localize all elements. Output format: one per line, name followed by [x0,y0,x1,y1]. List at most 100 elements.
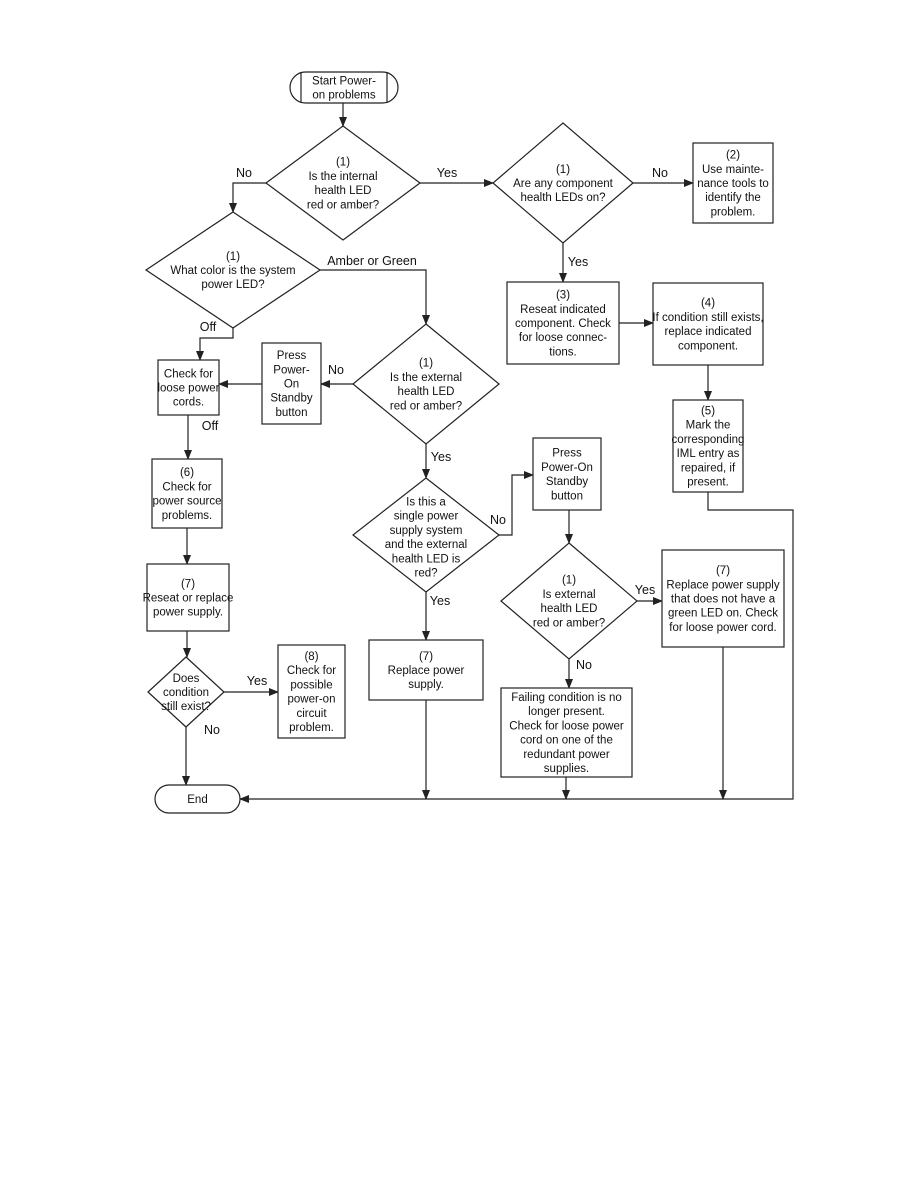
node-d-component: (1) Are any component health LEDs on? [492,122,634,244]
node-text-line: (1) [419,358,433,370]
node-b-press-b: Press Power-On Standby button [532,437,602,511]
node-text-line: Check for [164,368,213,380]
node-text-line: (7) [716,565,730,577]
node-b-reseat-ps: (7) Reseat or replace power supply. [143,563,233,632]
node-text-line: Power- [273,364,310,376]
node-text-line: Does [173,673,200,685]
node-text-line: (3) [556,290,570,302]
node-text-line: (7) [419,651,433,663]
node-text-line: health LED [541,603,598,615]
node-text-line: (1) [336,157,350,169]
node-text-line: tions. [549,346,577,358]
node-b-check-cords: Check for loose power cords. [157,359,220,416]
node-text-line: On [284,379,299,391]
node-text-line: Is the external [390,372,462,384]
node-text-line: condition [163,687,209,699]
node-text-line: cords. [173,397,204,409]
node-text-line: for loose connec- [519,332,607,344]
node-text-line: and the external [385,539,467,551]
node-text-line: Check for loose power [509,720,624,732]
node-d-exists: Does condition still exist? [147,656,225,728]
node-text-line: repaired, if [681,462,736,474]
node-text-line: (1) [556,164,570,176]
node-text-line: possible [290,679,332,691]
edge-label-syspower-off: Off [200,320,217,334]
node-text-line: red or amber? [307,199,379,211]
node-text-line: Replace power [388,665,465,677]
node-text-line: Mark the [686,420,731,432]
decision-diamond [264,125,422,241]
decision-diamond [500,542,638,660]
node-text-line: Is external [542,589,595,601]
node-text-line: component. [678,340,738,352]
node-d-internal: (1) Is the internal health LED red or amber… [264,125,422,241]
node-text-line: red? [414,568,437,580]
node-text-line: red or amber? [390,400,462,412]
node-text-line: supply system [390,525,463,537]
edge-label-component-yes: Yes [568,255,588,269]
node-text-line: What color is the system [170,265,295,277]
node-text-line: red or amber? [533,617,605,629]
node-text-line: power-on [288,694,336,706]
node-text-line: Power-On [541,462,593,474]
node-text-line: button [551,490,583,502]
node-b-reseat: (3) Reseat indicated component. Check for l… [506,281,620,365]
node-text-line: Replace power supply [666,579,779,591]
node-text-line: If condition still exists, [652,312,763,324]
edge-label-cords-off: Off [202,419,219,433]
node-text-line: loose power [157,383,219,395]
node-text-line: cord on one of the [520,735,613,747]
node-b-press-a: Press Power- On Standby button [261,342,322,425]
edge-label-internal-yes: Yes [437,166,457,180]
node-text-line: that does not have a [671,594,776,606]
node-text-line: identify the [705,192,761,204]
node-start: Start Power-on problems [289,71,399,104]
node-text-line: (8) [304,651,318,663]
node-text-line: problem. [289,722,334,734]
power-on-problems-flowchart: Start Power-on problems (1) Is the interna… [143,71,794,814]
flow-arrow [320,269,430,325]
node-text-line: (7) [181,578,195,590]
node-text-line: health LED is [392,553,461,565]
node-text-line: Standby [546,476,588,488]
node-text-line: problem. [711,206,756,218]
node-text-line: Press [277,350,307,362]
node-text-line: on problems [312,90,376,102]
node-text-line: power supply. [153,607,223,619]
node-b-replace-ps-green: (7) Replace power supply that does not hav… [661,549,785,648]
node-text-line: Is this a [406,497,446,509]
node-text-line: Press [552,448,582,460]
node-text-line: green LED on. Check [668,608,778,620]
node-text-line: (4) [701,298,715,310]
node-text-line: power LED? [201,279,264,291]
node-text-line: Use mainte- [702,164,764,176]
edge-label-external-no: No [328,363,344,377]
node-text-line: replace indicated [665,326,752,338]
node-b-power-source: (6) Check for power source problems. [151,458,223,529]
node-text-line: button [276,407,308,419]
node-text-line: health LED [398,386,455,398]
node-text-line: redundant power [523,749,609,761]
node-text-line: supply. [408,679,444,691]
edge-label-single-yes: Yes [430,594,450,608]
node-text-line: (1) [562,575,576,587]
node-text-line: component. Check [515,318,611,330]
node-b-circuit: (8) Check for possible power-on circuit probl… [277,644,346,739]
node-text-line: Start Power- [312,75,376,87]
node-text-line: health LEDs on? [520,192,605,204]
node-text-line: (5) [701,406,715,418]
node-d-syspower: (1) What color is the system power LED? [144,211,322,329]
edge-label-internal-no: No [236,166,252,180]
node-b-failing: Failing condition is no longer present. Ch… [500,687,633,778]
node-d-ext2: (1) Is external health LED red or amber? [500,542,638,660]
node-text-line: Check for [287,665,336,677]
node-d-single: Is this a single power supply system and th… [352,477,500,593]
node-text-line: power source [152,496,221,508]
node-text-line: IML entry as [677,448,740,460]
edge-label-component-no: No [652,166,668,180]
node-text-line: Are any component [513,178,614,190]
node-text-line: present. [687,477,729,489]
node-b-replace-ps: (7) Replace power supply. [368,639,484,701]
node-b-maint: (2) Use mainte-nance tools to identify the… [692,142,774,224]
node-d-external: (1) Is the external health LED red or amber… [352,323,500,445]
